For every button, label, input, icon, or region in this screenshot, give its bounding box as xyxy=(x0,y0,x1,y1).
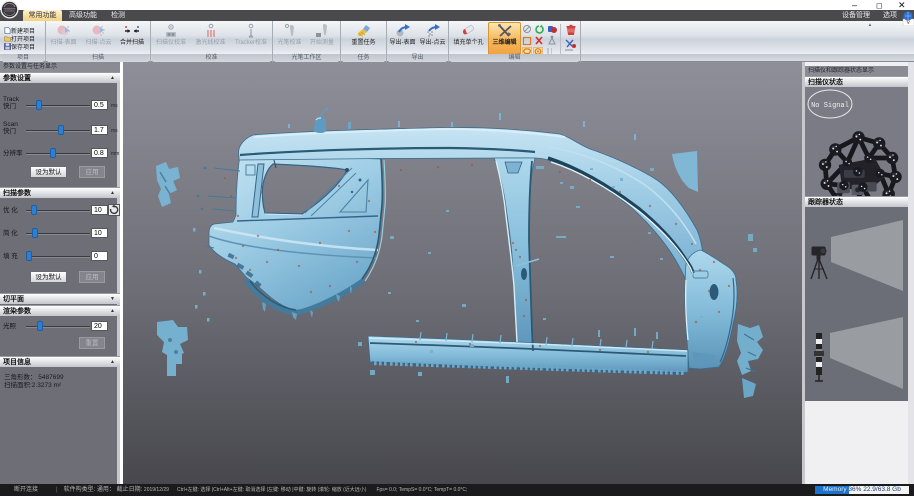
svg-text:No Signal: No Signal xyxy=(811,102,849,110)
